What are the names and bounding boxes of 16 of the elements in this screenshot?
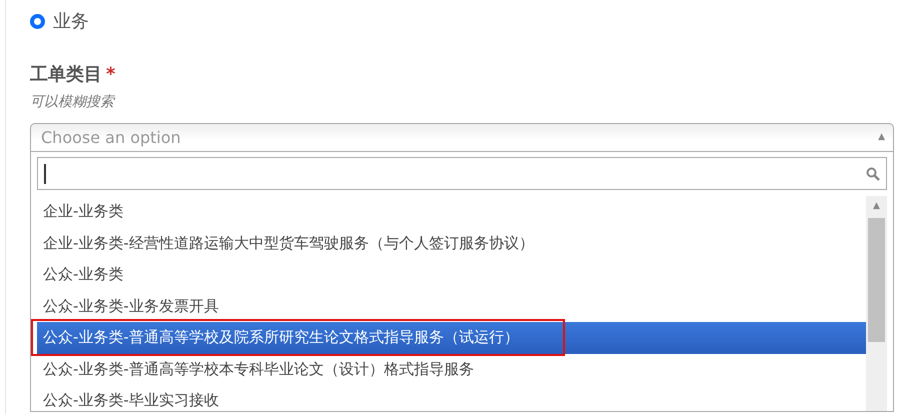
dropdown-option[interactable]: 企业-业务类-经营性道路运输大中型货车驾驶服务（与个人签订服务协议） [37,228,866,259]
dropdown-option[interactable]: 企业-业务类 [37,196,866,228]
dropdown-option[interactable]: 公众-业务类-普通高等学校本专科毕业论文（设计）格式指导服务 [37,354,866,385]
required-mark: * [106,63,116,87]
arrow-icon: ▲ [878,130,885,144]
dropdown-option[interactable]: 公众-业务类-业务发票开具 [37,290,866,322]
field-label: 工单类目 [30,63,102,87]
dropdown-option[interactable]: 公众-业务类-毕业实习接收 [37,385,866,411]
scrollbar-thumb[interactable] [868,218,885,342]
radio-button[interactable] [30,14,45,29]
search-icon [866,166,880,180]
text-cursor [44,164,46,184]
hint-text: 可以模糊搜索 [30,94,114,110]
radio-label: 业务 [53,10,89,34]
search-field[interactable] [37,157,887,190]
dropdown-option[interactable]: 公众-业务类 [37,259,866,290]
